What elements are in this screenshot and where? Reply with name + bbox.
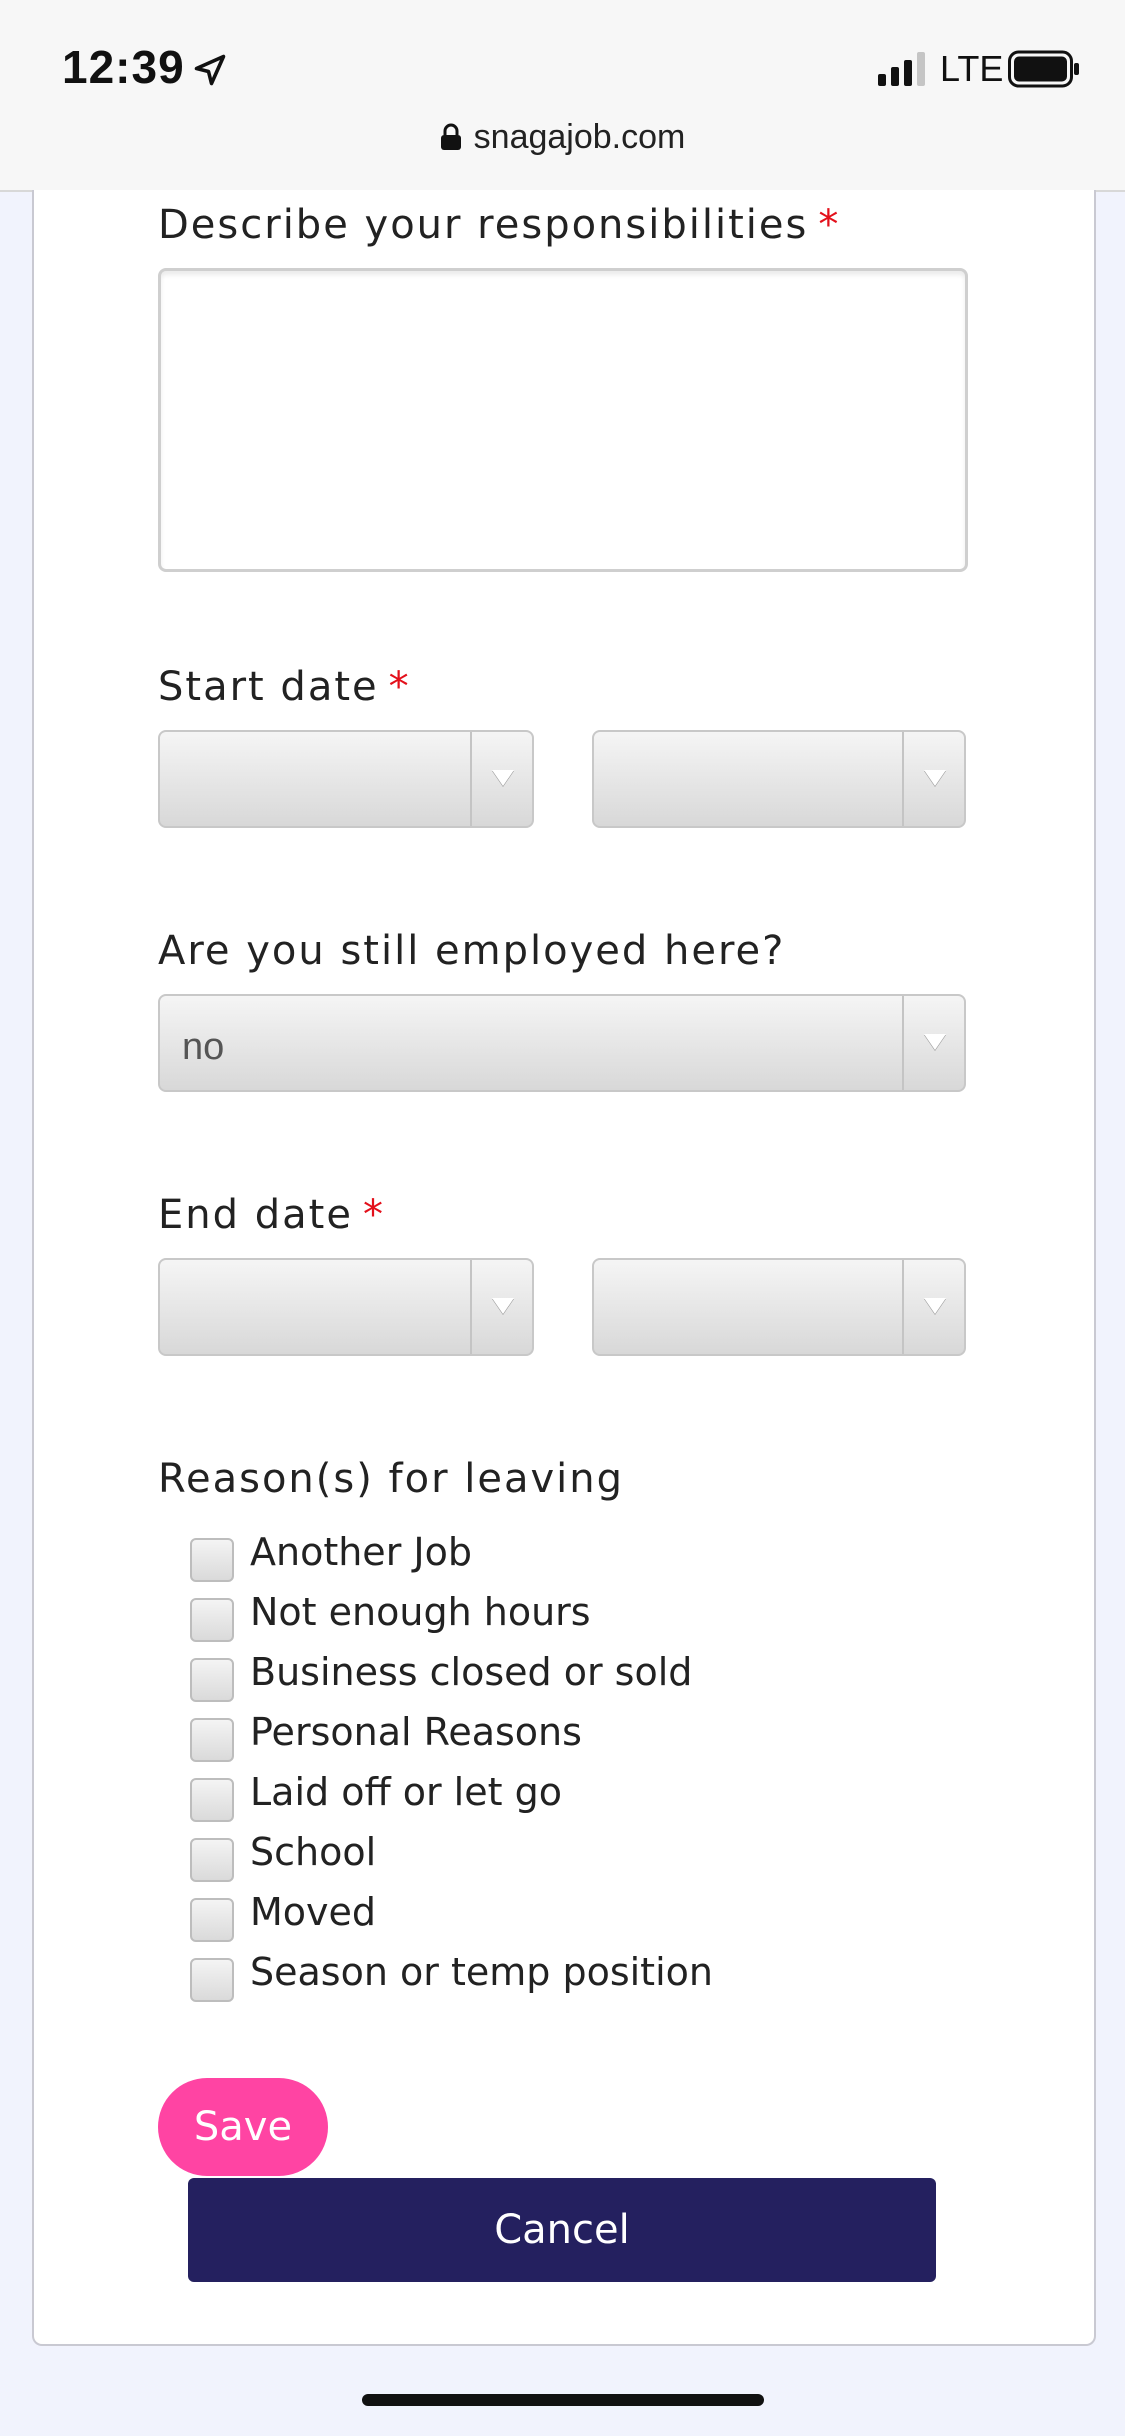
responsibilities-label: Describe your responsibilities * [158,202,841,248]
reasons-label: Reason(s) for leaving [158,1456,625,1502]
reason-option-label: Business closed or sold [250,1650,693,1694]
network-type: LTE [940,48,1004,89]
status-time: 12:39 [62,41,185,93]
reason-option-label: Season or temp position [250,1950,713,1994]
home-indicator[interactable] [362,2394,764,2406]
save-button[interactable]: Save [158,2078,328,2176]
required-asterisk: * [388,664,411,710]
reason-option-label: School [250,1830,377,1874]
dropdown-arrow-icon [902,1260,964,1354]
end-date-label: End date * [158,1192,385,1238]
reason-checkbox[interactable] [190,1718,234,1762]
required-asterisk: * [362,1192,385,1238]
required-asterisk: * [818,202,841,248]
reason-option-label: Personal Reasons [250,1710,582,1754]
reason-option-label: Moved [250,1890,377,1934]
reason-option-label: Laid off or let go [250,1770,562,1814]
reason-checkbox[interactable] [190,1538,234,1582]
cancel-button[interactable]: Cancel [188,2178,936,2282]
still-employed-select[interactable]: no [158,994,966,1092]
url-text: snagajob.com [473,118,686,156]
still-employed-label: Are you still employed here? [158,928,786,974]
responsibilities-textarea[interactable] [158,268,968,572]
reason-option-label: Not enough hours [250,1590,591,1634]
reason-checkbox[interactable] [190,1598,234,1642]
start-date-label: Start date * [158,664,411,710]
dropdown-arrow-icon [902,996,964,1090]
dropdown-arrow-icon [470,732,532,826]
lock-icon [440,123,461,150]
reason-checkbox[interactable] [190,1658,234,1702]
reason-checkbox[interactable] [190,1778,234,1822]
dropdown-arrow-icon [902,732,964,826]
reason-checkbox[interactable] [190,1958,234,2002]
start-date-year-select[interactable] [592,730,966,828]
reason-checkbox[interactable] [190,1898,234,1942]
url-bar[interactable]: snagajob.com [0,118,1125,157]
location-arrow-icon [194,54,226,86]
reason-option-label: Another Job [250,1530,472,1574]
reason-checkbox[interactable] [190,1838,234,1882]
end-date-year-select[interactable] [592,1258,966,1356]
signal-bars-icon [878,52,925,86]
status-bar: 12:39 LTE snagajob.com [0,0,1125,192]
start-date-month-select[interactable] [158,730,534,828]
battery-icon [1008,50,1079,88]
dropdown-arrow-icon [470,1260,532,1354]
end-date-month-select[interactable] [158,1258,534,1356]
